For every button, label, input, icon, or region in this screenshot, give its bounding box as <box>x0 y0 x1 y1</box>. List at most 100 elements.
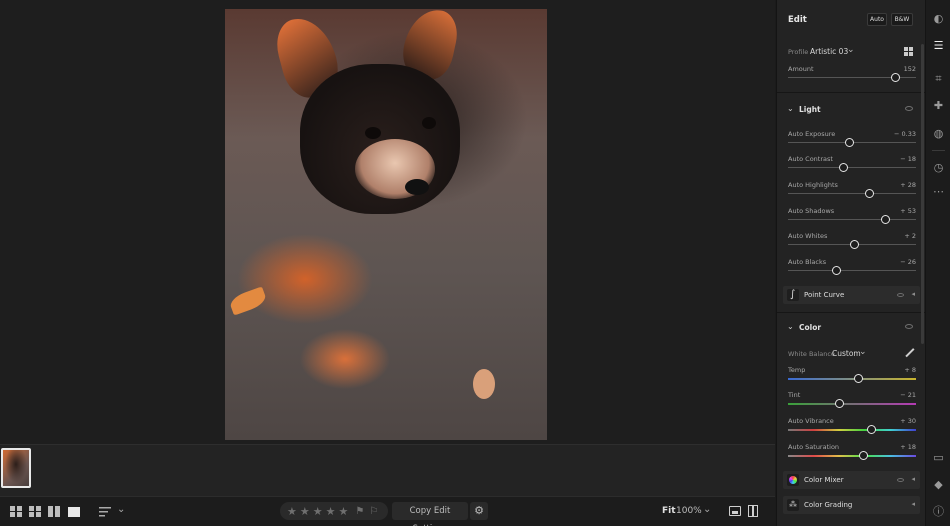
split-view-icon[interactable] <box>748 505 758 517</box>
flag-pick-icon[interactable]: ⚑ <box>355 506 364 517</box>
shadows-slider[interactable]: Auto Shadows + 53 <box>788 207 916 229</box>
copy-edit-settings-button[interactable]: Copy Edit Settings <box>392 502 468 526</box>
star-icon[interactable]: ★ <box>313 506 323 517</box>
eye-icon[interactable] <box>905 106 913 111</box>
star-icon[interactable]: ★ <box>287 506 297 517</box>
slider-value[interactable]: − 21 <box>900 391 916 399</box>
square-grid-icon[interactable] <box>29 506 41 517</box>
detail-view-icon[interactable] <box>48 506 60 517</box>
slider-value[interactable]: + 18 <box>900 443 916 451</box>
slider-track[interactable] <box>788 219 916 220</box>
eye-icon[interactable] <box>897 293 904 297</box>
chevron-down-icon[interactable]: ⌄ <box>787 104 794 113</box>
amount-slider[interactable]: Amount 152 <box>788 65 916 87</box>
slider-value[interactable]: + 8 <box>904 366 916 374</box>
filmstrip <box>0 444 775 496</box>
blacks-slider[interactable]: Auto Blacks − 26 <box>788 258 916 280</box>
slider-knob[interactable] <box>853 374 863 383</box>
crop-icon[interactable]: ⌗ <box>932 72 945 85</box>
slider-value[interactable]: + 2 <box>904 232 916 240</box>
slider-knob[interactable] <box>859 451 869 460</box>
slider-track[interactable] <box>788 193 916 194</box>
slider-knob[interactable] <box>850 240 860 249</box>
slider-value[interactable]: − 18 <box>900 155 916 163</box>
chevron-down-icon[interactable]: ⌄ <box>859 347 867 357</box>
compare-view-icon[interactable] <box>729 506 741 516</box>
grid-view-icon[interactable] <box>10 506 22 517</box>
temp-slider[interactable]: Temp + 8 <box>788 366 916 388</box>
chevron-down-icon[interactable]: ⌄ <box>847 45 855 55</box>
auto-button[interactable]: Auto <box>867 13 887 26</box>
gear-icon[interactable]: ⚙ <box>470 502 488 520</box>
star-icon[interactable]: ★ <box>326 506 336 517</box>
color-section-header[interactable]: ⌄ Color <box>777 319 925 337</box>
color-grading-row[interactable]: ⁂ Color Grading ◂ <box>783 496 920 514</box>
slider-knob[interactable] <box>865 189 875 198</box>
vibrance-slider[interactable]: Auto Vibrance + 30 <box>788 417 916 439</box>
slider-knob[interactable] <box>880 215 890 224</box>
slider-track[interactable] <box>788 403 916 405</box>
masking-icon[interactable]: ◍ <box>932 127 945 140</box>
slider-knob[interactable] <box>866 425 876 434</box>
bw-button[interactable]: B&W <box>891 13 913 26</box>
contrast-slider[interactable]: Auto Contrast − 18 <box>788 155 916 177</box>
saturation-slider[interactable]: Auto Saturation + 18 <box>788 443 916 465</box>
slider-knob[interactable] <box>834 399 844 408</box>
slider-track[interactable] <box>788 455 916 457</box>
exposure-slider[interactable]: Auto Exposure − 0.33 <box>788 130 916 152</box>
eye-icon[interactable] <box>905 324 913 329</box>
slider-track[interactable] <box>788 270 916 271</box>
slider-knob[interactable] <box>844 138 854 147</box>
slider-track[interactable] <box>788 167 916 168</box>
slider-track[interactable] <box>788 378 916 380</box>
slider-knob[interactable] <box>832 266 842 275</box>
slider-track[interactable] <box>788 429 916 431</box>
healing-icon[interactable]: ✚ <box>932 99 945 112</box>
photo-canvas[interactable] <box>0 0 775 444</box>
comment-icon[interactable]: ▭ <box>932 451 945 464</box>
more-icon[interactable]: ⋯ <box>932 185 945 198</box>
sub-title: Color Grading <box>804 501 853 509</box>
slider-value[interactable]: − 0.33 <box>894 130 916 138</box>
history-icon[interactable]: ◷ <box>932 161 945 174</box>
chevron-left-icon[interactable]: ◂ <box>911 290 915 298</box>
filmstrip-thumbnail[interactable] <box>1 448 31 488</box>
profile-select[interactable]: Artistic 03 <box>810 47 848 56</box>
white-balance-select[interactable]: Custom <box>832 349 861 358</box>
slider-knob[interactable] <box>838 163 848 172</box>
star-icon[interactable]: ★ <box>300 506 310 517</box>
chevron-left-icon[interactable]: ◂ <box>911 475 915 483</box>
star-rating[interactable]: ★ ★ ★ ★ ★ ⚑ ⚐ <box>280 502 388 520</box>
edit-icon[interactable]: ◐ <box>932 12 945 25</box>
slider-knob[interactable] <box>891 73 901 82</box>
star-icon[interactable]: ★ <box>339 506 349 517</box>
slider-value[interactable]: + 53 <box>900 207 916 215</box>
sort-icon[interactable] <box>99 506 111 517</box>
single-view-icon[interactable] <box>68 507 80 517</box>
info-icon[interactable]: ⓘ <box>932 505 945 518</box>
highlights-slider[interactable]: Auto Highlights + 28 <box>788 181 916 203</box>
profile-browser-icon[interactable] <box>904 47 914 56</box>
eyedropper-icon[interactable] <box>905 348 914 357</box>
slider-value[interactable]: + 28 <box>900 181 916 189</box>
point-curve-row[interactable]: ∫ Point Curve ◂ <box>783 286 920 304</box>
chevron-down-icon[interactable]: ⌄ <box>703 504 711 515</box>
slider-value[interactable]: − 26 <box>900 258 916 266</box>
dog-photo[interactable] <box>225 9 547 440</box>
tag-icon[interactable]: ◆ <box>932 478 945 491</box>
whites-slider[interactable]: Auto Whites + 2 <box>788 232 916 254</box>
chevron-down-icon[interactable]: ⌄ <box>787 322 794 331</box>
zoom-level[interactable]: 100% <box>676 506 702 516</box>
sliders-icon[interactable]: ☰ <box>926 35 950 56</box>
slider-value[interactable]: + 30 <box>900 417 916 425</box>
light-section-header[interactable]: ⌄ Light <box>777 101 925 119</box>
fit-button[interactable]: Fit <box>662 506 676 516</box>
chevron-left-icon[interactable]: ◂ <box>911 500 915 508</box>
panel-scrollbar[interactable] <box>921 44 924 344</box>
chevron-down-icon[interactable]: ⌄ <box>117 504 125 515</box>
tint-slider[interactable]: Tint − 21 <box>788 391 916 413</box>
flag-reject-icon[interactable]: ⚐ <box>369 506 378 517</box>
slider-value[interactable]: 152 <box>904 65 916 73</box>
eye-icon[interactable] <box>897 478 904 482</box>
color-mixer-row[interactable]: Color Mixer ◂ <box>783 471 920 489</box>
